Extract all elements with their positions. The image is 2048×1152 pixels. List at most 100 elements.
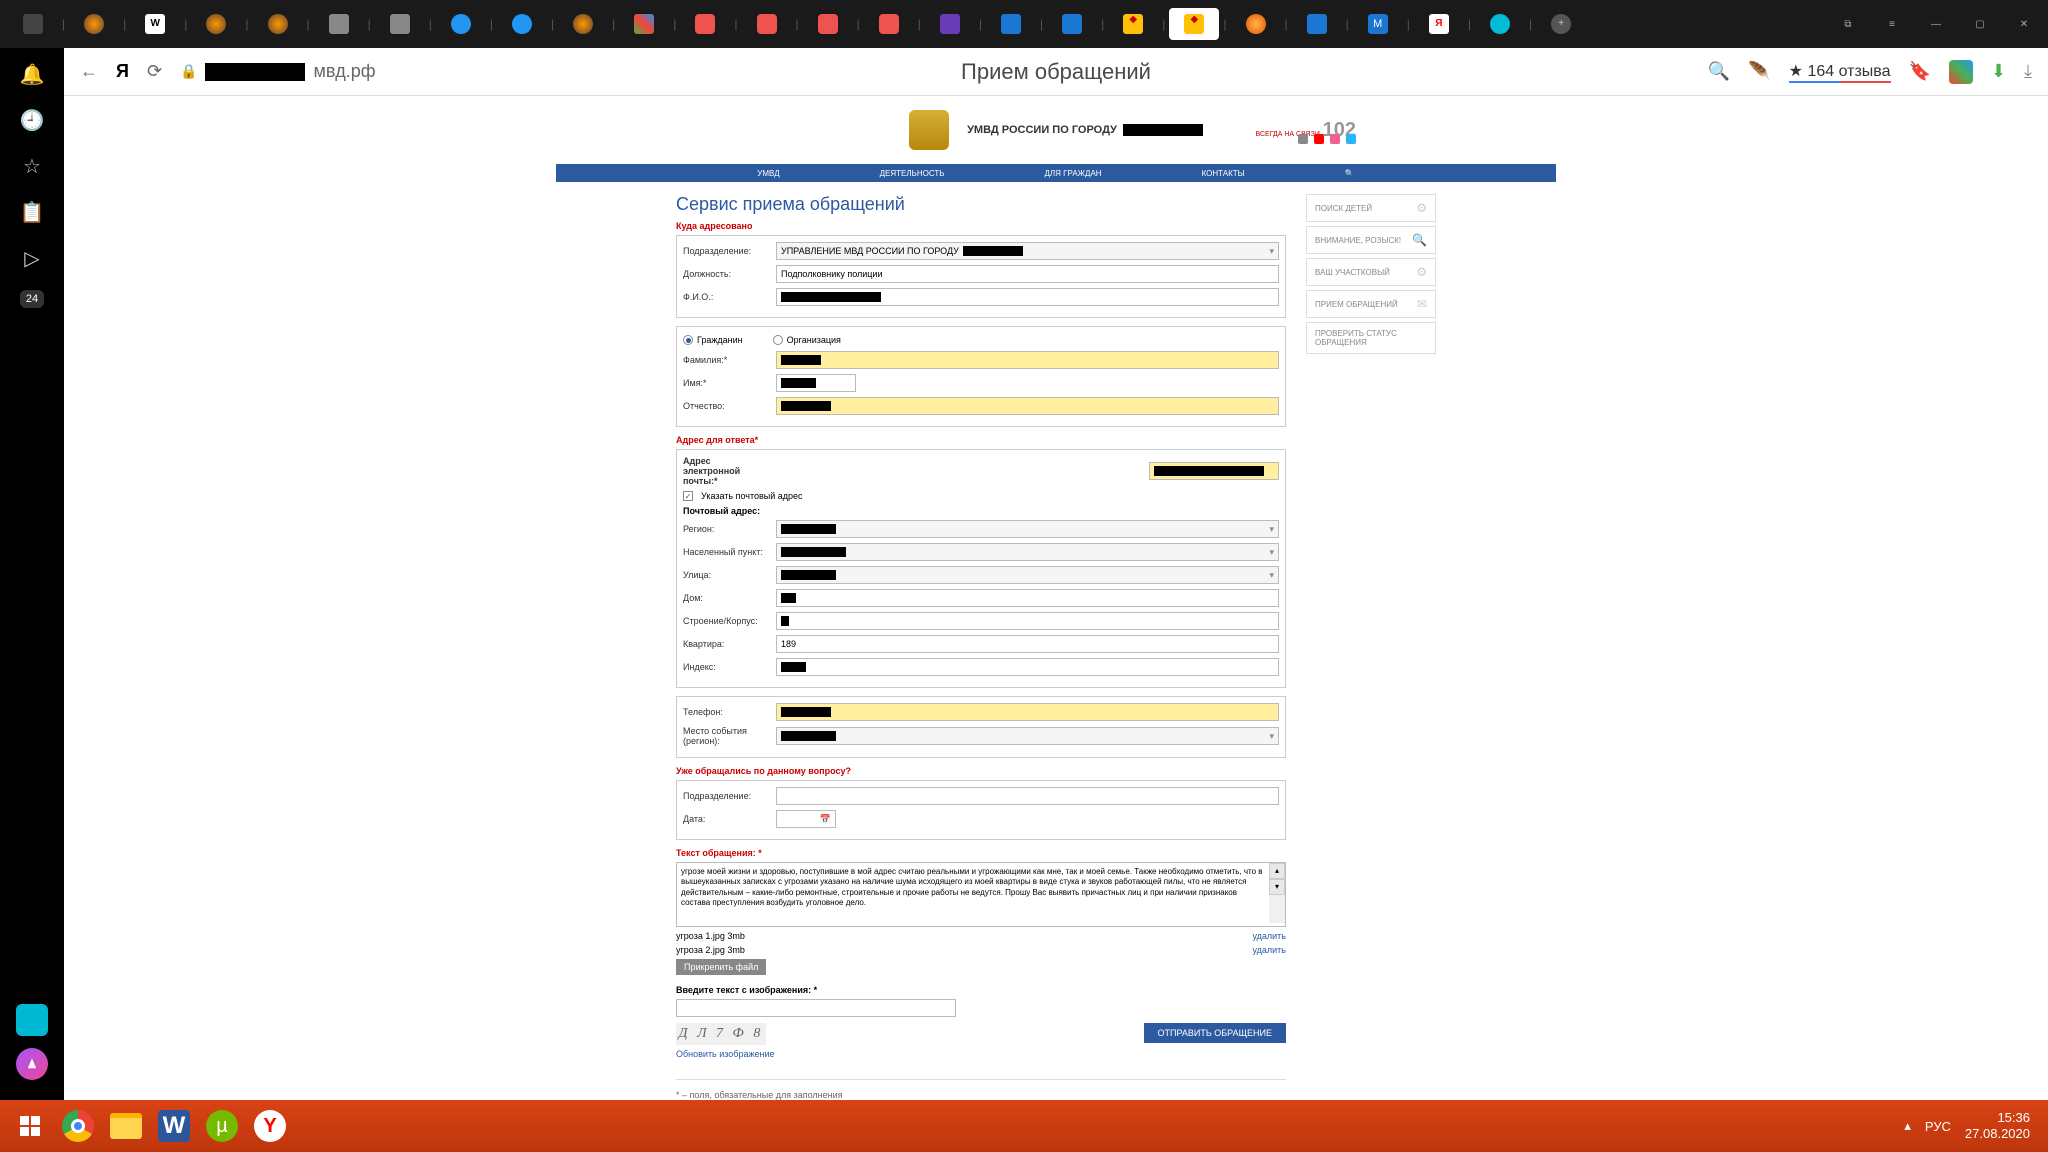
input-data[interactable]: 📅 — [776, 810, 836, 828]
tab-9[interactable] — [497, 8, 547, 40]
address-bar[interactable]: 🔒 мвд.рф — [180, 61, 376, 82]
history-icon[interactable]: 🕘 — [18, 106, 46, 134]
tab-pocket1[interactable] — [680, 8, 730, 40]
tab-pocket4[interactable] — [864, 8, 914, 40]
taskbar-yandex[interactable]: Y — [246, 1102, 294, 1150]
input-textarea[interactable] — [677, 863, 1269, 923]
back-button[interactable]: ← — [80, 61, 98, 82]
downloads-icon[interactable]: ⬇ — [1991, 61, 2006, 82]
minimize-button[interactable]: — — [1920, 8, 1952, 40]
scroll-down-button[interactable]: ▾ — [1269, 879, 1285, 895]
taskbar-word[interactable]: W — [150, 1102, 198, 1150]
bookmark-icon[interactable]: 🔖 — [1909, 61, 1931, 82]
new-tab-button[interactable]: + — [1536, 8, 1586, 40]
tab-4[interactable] — [191, 8, 241, 40]
tab-globe[interactable] — [1475, 8, 1525, 40]
tab-wiki[interactable]: W — [130, 8, 180, 40]
input-mesto[interactable] — [776, 727, 1279, 745]
input-index[interactable] — [776, 658, 1279, 676]
start-button[interactable] — [6, 1102, 54, 1150]
tab-yandex[interactable]: Я — [1414, 8, 1464, 40]
tab-gmail[interactable]: М — [1353, 8, 1403, 40]
tab-pocket2[interactable] — [742, 8, 792, 40]
tab-mail1[interactable] — [986, 8, 1036, 40]
tab-files[interactable] — [8, 8, 58, 40]
input-email[interactable] — [1149, 462, 1279, 480]
social-yt-icon[interactable] — [1314, 134, 1324, 144]
side-link-officer[interactable]: ВАШ УЧАСТКОВЫЙ⚙ — [1306, 258, 1436, 286]
maximize-button[interactable]: ▢ — [1964, 8, 1996, 40]
rocket-icon[interactable]: 🪶 — [1748, 61, 1770, 82]
chk-postal[interactable]: Указать почтовый адрес — [683, 491, 803, 501]
input-ulica[interactable] — [776, 566, 1279, 584]
notifications-icon[interactable]: 🔔 — [18, 60, 46, 88]
tab-7[interactable] — [375, 8, 425, 40]
side-link-children[interactable]: ПОИСК ДЕТЕЙ⚙ — [1306, 194, 1436, 222]
tab-pocket3[interactable] — [803, 8, 853, 40]
input-imya[interactable] — [776, 374, 856, 392]
search-icon[interactable]: 🔍 — [1708, 61, 1730, 82]
refresh-captcha-link[interactable]: Обновить изображение — [676, 1049, 775, 1059]
input-podrazd2[interactable] — [776, 787, 1279, 805]
scroll-up-button[interactable]: ▴ — [1269, 863, 1285, 879]
extension-icon[interactable] — [1949, 60, 1973, 84]
side-link-status[interactable]: ПРОВЕРИТЬ СТАТУС ОБРАЩЕНИЯ — [1306, 322, 1436, 354]
tab-blue[interactable] — [1292, 8, 1342, 40]
input-captcha[interactable] — [676, 999, 956, 1017]
tray-arrow-icon[interactable]: ▴ — [1904, 1118, 1911, 1134]
tab-star[interactable] — [925, 8, 975, 40]
taskbar-chrome[interactable] — [54, 1102, 102, 1150]
tray-lang[interactable]: РУС — [1925, 1119, 1951, 1134]
attach-file-button[interactable]: Прикрепить файл — [676, 959, 766, 975]
skyeng-icon[interactable] — [16, 1004, 48, 1036]
tab-6[interactable] — [314, 8, 364, 40]
nav-search-icon[interactable]: 🔍 — [1345, 169, 1355, 178]
yandex-home-icon[interactable]: Я — [116, 61, 129, 82]
nav-umvd[interactable]: УМВД — [757, 169, 779, 178]
tab-5[interactable] — [253, 8, 303, 40]
nav-activity[interactable]: ДЕЯТЕЛЬНОСТЬ — [880, 169, 945, 178]
reload-button[interactable]: ⟳ — [147, 61, 162, 82]
submit-button[interactable]: ОТПРАВИТЬ ОБРАЩЕНИЕ — [1144, 1023, 1286, 1043]
radio-org[interactable]: Организация — [773, 335, 841, 345]
tab-8[interactable] — [436, 8, 486, 40]
input-fio[interactable] — [776, 288, 1279, 306]
taskbar-explorer[interactable] — [102, 1102, 150, 1150]
date-badge[interactable]: 24 — [20, 290, 44, 308]
scroll-track[interactable] — [1269, 895, 1285, 923]
radio-citizen[interactable]: Гражданин — [683, 335, 743, 345]
tab-2[interactable] — [69, 8, 119, 40]
social-tw-icon[interactable] — [1346, 134, 1356, 144]
tab-mvd1[interactable]: ◆ — [1108, 8, 1158, 40]
reviews-badge[interactable]: ★ 164 отзыва — [1789, 61, 1891, 83]
input-naspunkt[interactable] — [776, 543, 1279, 561]
input-stroenie[interactable] — [776, 612, 1279, 630]
side-link-wanted[interactable]: ВНИМАНИЕ, РОЗЫСК!🔍 — [1306, 226, 1436, 254]
input-fam[interactable] — [776, 351, 1279, 369]
bookmarks-icon[interactable]: ☆ — [18, 152, 46, 180]
input-dolzh[interactable]: Подполковнику полиции — [776, 265, 1279, 283]
side-link-appeals[interactable]: ПРИЕМ ОБРАЩЕНИЙ✉ — [1306, 290, 1436, 318]
nav-contacts[interactable]: КОНТАКТЫ — [1202, 169, 1245, 178]
input-region[interactable] — [776, 520, 1279, 538]
tab-10[interactable] — [558, 8, 608, 40]
media-icon[interactable]: ▷ — [18, 244, 46, 272]
input-dom[interactable] — [776, 589, 1279, 607]
input-kvartira[interactable]: 189 — [776, 635, 1279, 653]
delete-file-2[interactable]: удалить — [1252, 945, 1286, 955]
delete-file-1[interactable]: удалить — [1252, 931, 1286, 941]
menu-icon[interactable]: ≡ — [1876, 8, 1908, 40]
tab-orange[interactable] — [1231, 8, 1281, 40]
alice-icon[interactable] — [16, 1048, 48, 1080]
close-button[interactable]: ✕ — [2008, 8, 2040, 40]
taskbar-utorrent[interactable]: µ — [198, 1102, 246, 1150]
social-vk-icon[interactable] — [1298, 134, 1308, 144]
tabs-overview-icon[interactable]: ⧉ — [1832, 8, 1864, 40]
input-otch[interactable] — [776, 397, 1279, 415]
tray-clock[interactable]: 15:3627.08.2020 — [1965, 1110, 2030, 1141]
tab-mail2[interactable] — [1047, 8, 1097, 40]
download-arrow-icon[interactable]: ⤓ — [2024, 61, 2032, 82]
tab-mvd-active[interactable]: ◆ — [1169, 8, 1219, 40]
input-podrazd[interactable]: УПРАВЛЕНИЕ МВД РОССИИ ПО ГОРОДУ — [776, 242, 1279, 260]
tab-11[interactable] — [619, 8, 669, 40]
